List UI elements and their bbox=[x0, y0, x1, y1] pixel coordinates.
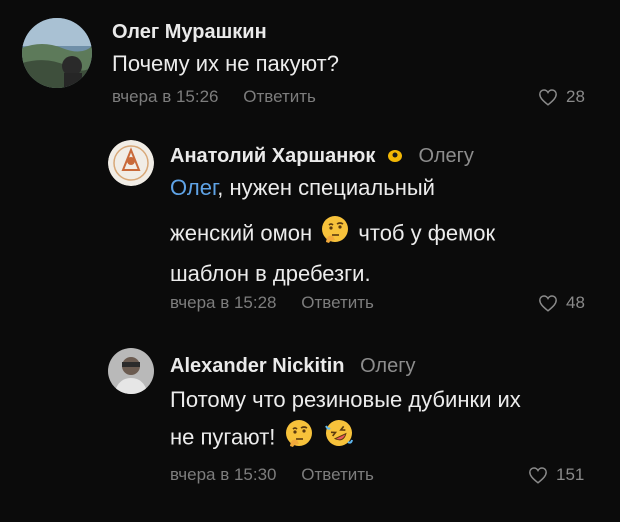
reply-button[interactable]: Ответить bbox=[301, 293, 374, 312]
reply-to-label[interactable]: Олегу bbox=[360, 355, 415, 377]
comment-text-line1: Потому что резиновые дубинки их bbox=[170, 387, 521, 412]
comment-text-line2: женский омон bbox=[170, 220, 313, 246]
avatar-anatoly[interactable] bbox=[108, 140, 154, 186]
like-button[interactable]: 28 bbox=[538, 86, 585, 108]
heart-icon bbox=[528, 466, 548, 484]
like-count: 48 bbox=[566, 293, 585, 312]
comment-time: вчера в 15:30 bbox=[170, 465, 277, 484]
comment-time: вчера в 15:26 bbox=[112, 87, 219, 106]
comment-text: Почему их не пакуют? bbox=[112, 51, 339, 76]
comment-time: вчера в 15:28 bbox=[170, 293, 277, 312]
avatar-oleg-image bbox=[22, 18, 92, 88]
heart-icon bbox=[538, 294, 558, 312]
reply-to-label[interactable]: Олегу bbox=[419, 145, 474, 167]
heart-icon bbox=[538, 88, 558, 106]
rofl-emoji-icon bbox=[324, 418, 354, 459]
comment-text-line2: не пугают! bbox=[170, 424, 276, 450]
avatar-alexander-image bbox=[108, 348, 154, 394]
like-button[interactable]: 48 bbox=[538, 292, 585, 314]
like-count: 151 bbox=[556, 465, 585, 484]
badge-icon bbox=[387, 145, 403, 169]
avatar-oleg[interactable] bbox=[22, 18, 92, 88]
mention-link[interactable]: Олег bbox=[170, 175, 217, 200]
comment-text-line3: шаблон в дребезги. bbox=[170, 261, 371, 286]
like-count: 28 bbox=[566, 87, 585, 106]
comment-text-line1: , нужен специальный bbox=[217, 175, 435, 200]
avatar-anatoly-image bbox=[108, 140, 154, 186]
comment-author[interactable]: Alexander Nickitin bbox=[170, 355, 345, 377]
comment-author[interactable]: Анатолий Харшанюк bbox=[170, 145, 375, 167]
reply-button[interactable]: Ответить bbox=[243, 87, 316, 106]
reply-button[interactable]: Ответить bbox=[301, 465, 374, 484]
like-button[interactable]: 151 bbox=[528, 464, 584, 486]
comment-text-line2-end: чтоб у фемок bbox=[352, 220, 496, 246]
thinking-face-emoji-icon bbox=[320, 214, 350, 255]
avatar-alexander[interactable] bbox=[108, 348, 154, 394]
thinking-face-emoji-icon bbox=[284, 418, 314, 459]
comment-author[interactable]: Олег Мурашкин bbox=[112, 21, 267, 43]
